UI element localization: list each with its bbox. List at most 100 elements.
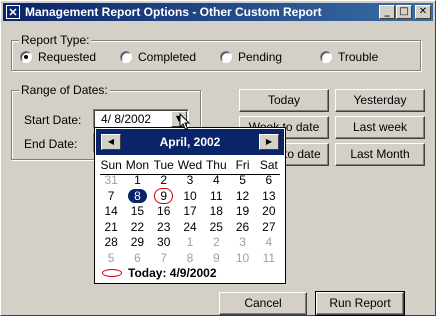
day-number: 25 <box>209 219 223 234</box>
day-number: 14 <box>104 204 118 218</box>
last-week-button[interactable]: Last week <box>335 116 425 139</box>
radio-pending-label: Pending <box>238 50 283 64</box>
calendar-day[interactable]: 13 <box>256 189 282 205</box>
calendar-day[interactable]: 24 <box>177 220 203 236</box>
day-number: 9 <box>212 250 220 265</box>
calendar-day[interactable]: 21 <box>98 220 124 236</box>
calendar-day[interactable]: 6 <box>124 251 150 267</box>
day-number: 2 <box>160 173 168 187</box>
day-number: 3 <box>186 173 194 187</box>
day-number: 3 <box>239 235 246 249</box>
radio-requested[interactable]: Requested <box>20 50 96 64</box>
today-button[interactable]: Today <box>239 89 329 112</box>
calendar-day[interactable]: 4 <box>203 173 229 189</box>
cancel-button-label: Cancel <box>244 296 282 310</box>
calendar-day[interactable]: 2 <box>203 235 229 251</box>
calendar-day[interactable]: 6 <box>256 173 282 189</box>
calendar-day[interactable]: 3 <box>177 173 203 189</box>
day-number: 29 <box>130 235 145 249</box>
radio-pending-indicator[interactable] <box>220 51 232 63</box>
day-number: 6 <box>265 173 273 187</box>
calendar-day[interactable]: 28 <box>98 235 124 251</box>
calendar-day[interactable]: 26 <box>229 220 255 236</box>
report-type-label: Report Type: <box>19 33 92 47</box>
calendar-day[interactable]: 22 <box>124 220 150 236</box>
day-number: 5 <box>239 173 246 187</box>
calendar-day[interactable]: 7 <box>151 251 177 267</box>
radio-requested-indicator[interactable] <box>20 51 32 63</box>
last-month-button-label: Last Month <box>350 147 410 161</box>
calendar-day[interactable]: 15 <box>124 204 150 220</box>
run-report-button-label: Run Report <box>329 296 391 310</box>
calendar-day[interactable]: 7 <box>98 189 124 205</box>
radio-trouble[interactable]: Trouble <box>320 50 378 64</box>
prev-month-icon[interactable]: ◀ <box>101 134 121 150</box>
day-number: 8 <box>128 188 147 203</box>
calendar-day[interactable]: 8 <box>177 251 203 267</box>
cancel-button[interactable]: Cancel <box>219 292 307 315</box>
calendar-today-label: Today: 4/9/2002 <box>128 266 217 280</box>
yesterday-button[interactable]: Yesterday <box>335 89 425 112</box>
radio-completed-indicator[interactable] <box>120 51 132 63</box>
title-bar[interactable]: ✕ Management Report Options - Other Cust… <box>3 3 433 21</box>
range-of-dates-label: Range of Dates: <box>19 83 110 97</box>
calendar-day[interactable]: 20 <box>256 204 282 220</box>
minimize-button[interactable]: _ <box>379 5 395 19</box>
calendar-day[interactable]: 19 <box>229 204 255 220</box>
day-number: 15 <box>130 204 145 218</box>
calendar-day[interactable]: 5 <box>229 173 255 189</box>
radio-pending[interactable]: Pending <box>220 50 282 64</box>
calendar-day[interactable]: 27 <box>256 220 282 236</box>
day-number: 5 <box>107 250 115 265</box>
day-number: 24 <box>183 219 197 234</box>
maximize-button[interactable]: □ <box>396 5 412 19</box>
day-number: 23 <box>157 219 171 234</box>
close-button[interactable]: ✕ <box>415 5 431 19</box>
day-number: 20 <box>262 204 276 218</box>
next-month-icon[interactable]: ▶ <box>259 134 279 150</box>
day-number: 13 <box>262 188 276 203</box>
radio-completed[interactable]: Completed <box>120 50 196 64</box>
calendar-day[interactable]: 29 <box>124 235 150 251</box>
day-number: 19 <box>235 204 250 218</box>
day-number: 2 <box>212 235 220 249</box>
calendar-day[interactable]: 5 <box>98 251 124 267</box>
radio-trouble-indicator[interactable] <box>320 51 332 63</box>
calendar-day[interactable]: 1 <box>177 235 203 251</box>
calendar-day[interactable]: 12 <box>229 189 255 205</box>
calendar-day[interactable]: 23 <box>151 220 177 236</box>
weekday-sun: Sun <box>100 158 122 172</box>
day-number: 10 <box>235 250 250 265</box>
calendar-day[interactable]: 11 <box>203 189 229 205</box>
calendar-today-link[interactable]: Today: 4/9/2002 <box>102 266 217 280</box>
day-number: 11 <box>262 250 276 265</box>
calendar-day[interactable]: 1 <box>124 173 150 189</box>
calendar-day[interactable]: 17 <box>177 204 203 220</box>
radio-trouble-label: Trouble <box>338 50 379 64</box>
calendar-day[interactable]: 9 <box>203 251 229 267</box>
calendar-day[interactable]: 2 <box>151 173 177 189</box>
calendar-day-selected[interactable]: 8 <box>124 188 150 205</box>
calendar-day[interactable]: 30 <box>151 235 177 251</box>
run-report-button[interactable]: Run Report <box>315 291 405 316</box>
calendar-day[interactable]: 25 <box>203 220 229 236</box>
app-x-icon: ✕ <box>6 5 20 19</box>
calendar-day[interactable]: 14 <box>98 204 124 220</box>
calendar-day[interactable]: 10 <box>177 189 203 205</box>
calendar-day[interactable]: 4 <box>256 235 282 251</box>
calendar-day[interactable]: 11 <box>256 251 282 267</box>
calendar-day[interactable]: 18 <box>203 204 229 220</box>
calendar-day-today[interactable]: 9 <box>151 187 177 205</box>
calendar-day[interactable]: 10 <box>229 251 255 267</box>
today-button-label: Today <box>267 93 301 107</box>
last-month-button[interactable]: Last Month <box>335 143 425 166</box>
calendar-day[interactable]: 3 <box>229 235 255 251</box>
weekday-sat: Sat <box>259 158 278 172</box>
start-date-field[interactable]: 4/ 8/2002 ▼ <box>93 109 189 129</box>
calendar-day[interactable]: 31 <box>98 173 124 189</box>
weekday-thu: Thu <box>205 158 227 172</box>
calendar-day[interactable]: 16 <box>151 204 177 220</box>
day-number: 11 <box>210 188 223 203</box>
report-options-window: ✕ Management Report Options - Other Cust… <box>0 0 436 316</box>
window-title: Management Report Options - Other Custom… <box>25 5 322 19</box>
